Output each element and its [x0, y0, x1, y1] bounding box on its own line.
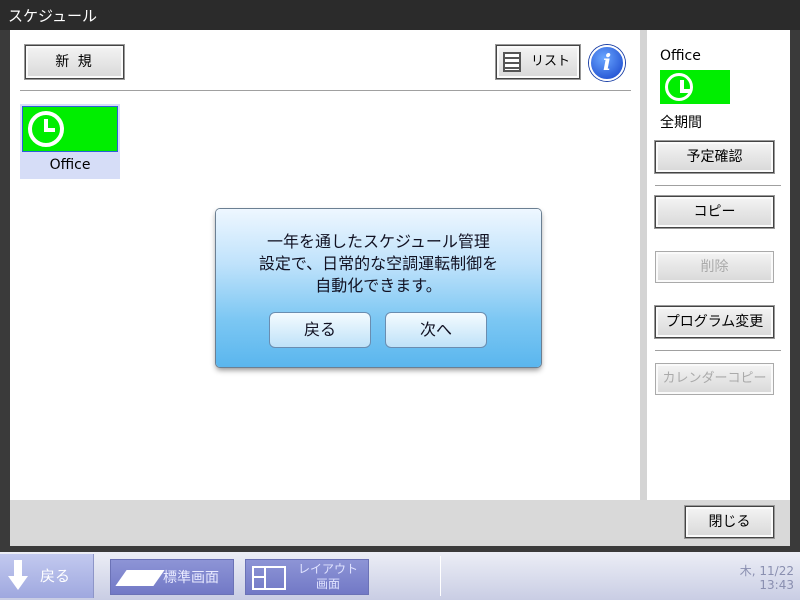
standard-screen-icon	[115, 570, 165, 586]
program-change-button[interactable]: プログラム変更	[655, 306, 774, 338]
calendar-copy-button[interactable]: カレンダーコピー	[655, 363, 774, 395]
layout-screen-label: レイアウト 画面	[298, 562, 358, 592]
layout-label-line1: レイアウト	[298, 562, 359, 576]
taskbar-clock: 木, 11/22 13:43	[740, 564, 794, 592]
taskbar-back-button[interactable]: 戻る	[0, 554, 94, 598]
close-button[interactable]: 閉じる	[685, 506, 774, 538]
list-button[interactable]: リスト	[496, 45, 580, 79]
side-divider-2	[655, 350, 781, 351]
clock-icon	[28, 111, 64, 147]
standard-screen-button[interactable]: 標準画面	[110, 559, 234, 595]
layout-screen-button[interactable]: レイアウト 画面	[245, 559, 369, 595]
clock-icon	[665, 73, 693, 101]
layout-label-line2: 画面	[315, 577, 340, 591]
selected-name: Office	[660, 48, 701, 64]
list-icon	[503, 52, 521, 72]
tile-label: Office	[49, 157, 91, 173]
arrow-down-icon	[8, 560, 28, 592]
panel-separator	[640, 30, 647, 500]
footer-bar: 閉じる	[10, 500, 790, 546]
taskbar-back-label: 戻る	[40, 567, 71, 585]
layout-icon	[252, 566, 286, 590]
side-divider-1	[655, 185, 781, 186]
taskbar-date: 木, 11/22	[739, 564, 794, 578]
list-button-label: リスト	[531, 54, 571, 69]
taskbar-time: 13:43	[759, 578, 794, 592]
dialog-next-button[interactable]: 次へ	[385, 312, 487, 348]
delete-button[interactable]: 削除	[655, 251, 774, 283]
period-label: 全期間	[660, 115, 702, 131]
info-icon[interactable]: i	[589, 45, 625, 81]
window-title: スケジュール	[0, 0, 800, 30]
standard-screen-label: 標準画面	[163, 570, 219, 586]
side-panel: Office 全期間 予定確認 コピー 削除 プログラム変更 カレンダーコピー	[647, 30, 790, 500]
confirm-schedule-button[interactable]: 予定確認	[655, 141, 774, 173]
dialog-message: 一年を通したスケジュール管理 設定で、日常的な空調運転制御を 自動化できます。	[258, 232, 499, 295]
new-button[interactable]: 新 規	[25, 45, 124, 79]
schedule-tile-office[interactable]: Office	[20, 104, 120, 179]
taskbar: 戻る 標準画面 レイアウト 画面 木, 11/22 13:43	[0, 552, 800, 600]
copy-button[interactable]: コピー	[655, 196, 774, 228]
selected-color-block	[660, 70, 730, 104]
taskbar-divider	[440, 556, 441, 596]
intro-dialog: 一年を通したスケジュール管理 設定で、日常的な空調運転制御を 自動化できます。 …	[216, 209, 541, 367]
dialog-back-button[interactable]: 戻る	[269, 312, 371, 348]
tile-color-block	[22, 106, 118, 152]
toolbar-divider	[20, 90, 631, 91]
